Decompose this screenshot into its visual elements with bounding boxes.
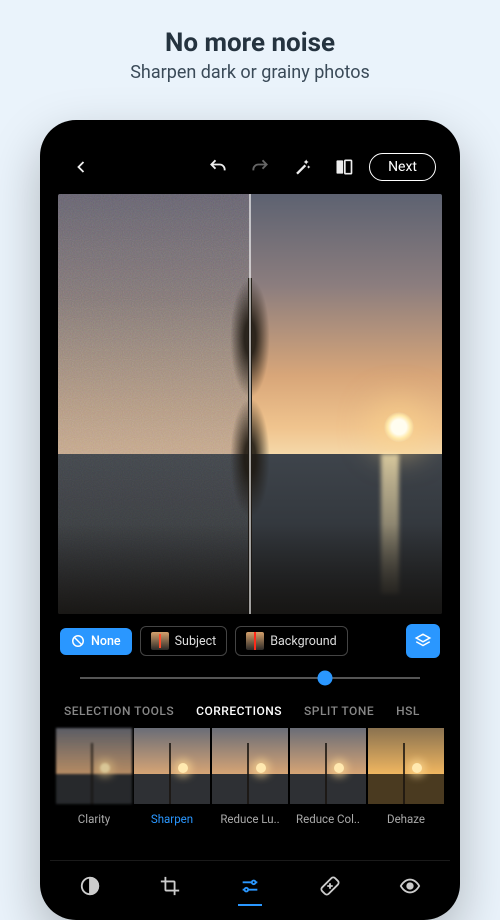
phone-notch [180,120,320,142]
back-button[interactable] [64,150,98,184]
sliders-icon [239,875,261,897]
preset-reduce-luminance[interactable]: Reduce Lu.. [212,728,288,832]
preset-dehaze[interactable]: Dehaze [368,728,444,832]
slider-thumb[interactable] [317,671,332,686]
layers-button[interactable] [406,624,440,658]
adjustment-slider[interactable] [80,670,420,686]
tab-selection-tools[interactable]: SELECTION TOOLS [64,704,174,718]
auto-enhance-button[interactable] [285,150,319,184]
undo-button[interactable] [201,150,235,184]
phone-frame: Next None Subject [40,120,460,920]
crop-icon [159,875,181,897]
mask-none-button[interactable]: None [60,628,132,655]
adjustment-slider-row [50,664,450,696]
layers-icon [414,632,432,650]
mask-background-label: Background [270,634,336,649]
wand-icon [292,157,312,177]
next-button[interactable]: Next [369,153,436,181]
redo-button[interactable] [243,150,277,184]
category-tabs: SELECTION TOOLS CORRECTIONS SPLIT TONE H… [50,696,450,728]
compare-icon [334,157,354,177]
preset-reduce-color[interactable]: Reduce Col.. [290,728,366,832]
arrow-left-icon [71,157,91,177]
nav-redeye[interactable] [388,864,432,908]
subject-thumb-icon [151,632,169,650]
nav-heal[interactable] [308,864,352,908]
promo-subtitle: Sharpen dark or grainy photos [20,62,480,83]
app-screen: Next None Subject [50,130,450,910]
undo-icon [208,157,228,177]
nav-contrast[interactable] [68,864,112,908]
background-thumb-icon [246,632,264,650]
mask-selector-row: None Subject Background [50,614,450,664]
mask-subject-label: Subject [175,634,217,649]
compare-divider[interactable] [249,194,251,614]
mask-none-label: None [91,634,121,649]
preset-strip: Clarity Sharpen Reduce Lu.. Reduce Col..… [50,728,450,832]
eye-icon [399,875,421,897]
preset-sharpen[interactable]: Sharpen [134,728,210,832]
mask-subject-button[interactable]: Subject [140,626,228,656]
promo-title: No more noise [20,28,480,58]
none-icon [71,634,85,648]
mask-background-button[interactable]: Background [235,626,347,656]
nav-adjust[interactable] [228,864,272,908]
heal-icon [319,875,341,897]
bottom-nav [50,860,450,910]
compare-button[interactable] [327,150,361,184]
photo-canvas[interactable] [58,194,442,614]
tab-split-tone[interactable]: SPLIT TONE [304,704,374,718]
redo-icon [250,157,270,177]
tab-hsl[interactable]: HSL [396,704,420,718]
tab-corrections[interactable]: CORRECTIONS [196,704,282,718]
nav-crop[interactable] [148,864,192,908]
contrast-icon [79,875,101,897]
preset-clarity[interactable]: Clarity [56,728,132,832]
